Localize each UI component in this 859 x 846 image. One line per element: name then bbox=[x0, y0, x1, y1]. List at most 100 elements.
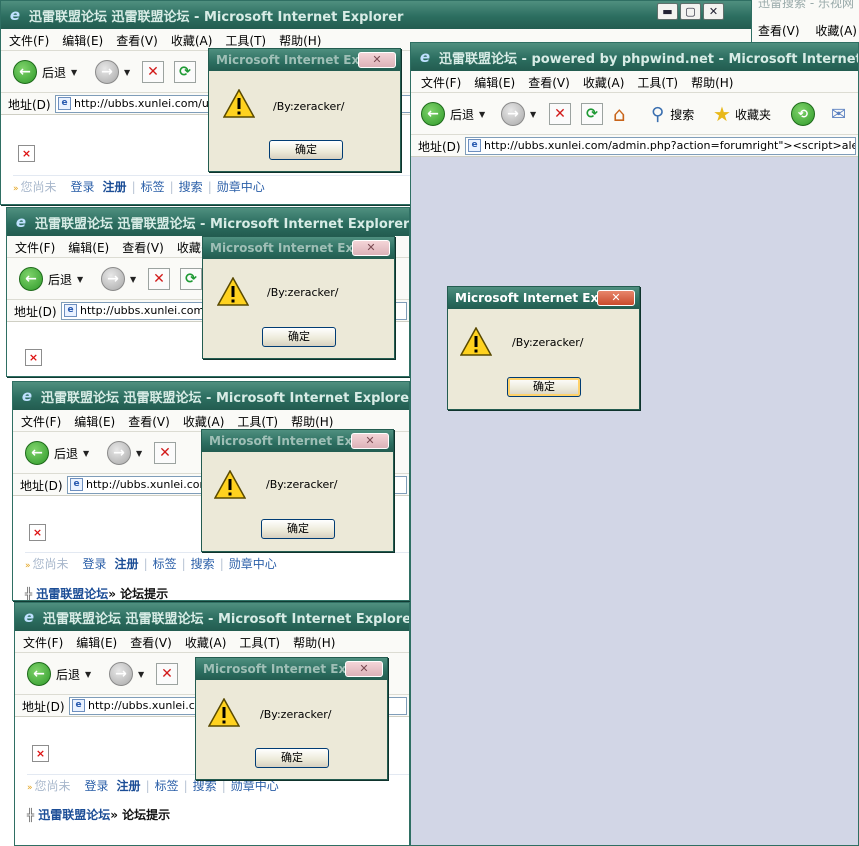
dialog-close-button[interactable]: ✕ bbox=[351, 433, 389, 449]
menu-view[interactable]: 查看(V) bbox=[528, 76, 570, 90]
menu-favorites[interactable]: 收藏(A) bbox=[183, 415, 225, 429]
menu-edit[interactable]: 编辑(E) bbox=[68, 241, 109, 255]
search-link[interactable]: 搜索 bbox=[179, 180, 203, 194]
login-link[interactable]: 登录 bbox=[85, 779, 109, 793]
back-button[interactable]: ← 后退 ▼ bbox=[27, 661, 91, 687]
menu-tools[interactable]: 工具(T) bbox=[637, 76, 678, 90]
menu-file[interactable]: 文件(F) bbox=[9, 34, 49, 48]
mail-button[interactable]: ✉ bbox=[831, 101, 846, 127]
menu-edit[interactable]: 编辑(E) bbox=[74, 415, 115, 429]
arrow-icon: » bbox=[13, 184, 19, 194]
refresh-icon[interactable]: ⟳ bbox=[581, 103, 603, 125]
search-button[interactable]: ⚲ 搜索 bbox=[651, 101, 694, 127]
menu-file[interactable]: 文件(F) bbox=[15, 241, 55, 255]
dropdown-arrow-icon[interactable]: ▼ bbox=[530, 110, 536, 119]
menu-favorites[interactable]: 收藏(A) bbox=[185, 636, 227, 650]
menu-edit[interactable]: 编辑(E) bbox=[76, 636, 117, 650]
login-link[interactable]: 登录 bbox=[71, 180, 95, 194]
menu-view[interactable]: 查看(V) bbox=[122, 241, 164, 255]
tags-link[interactable]: 标签 bbox=[153, 557, 177, 571]
login-link[interactable]: 登录 bbox=[83, 557, 107, 571]
menu-help[interactable]: 帮助(H) bbox=[279, 34, 321, 48]
window-title-bar[interactable]: e 迅雷联盟论坛 迅雷联盟论坛 - Microsoft Internet Exp… bbox=[1, 1, 751, 29]
back-button[interactable]: ← 后退 ▼ bbox=[13, 59, 77, 85]
ok-button[interactable]: 确定 bbox=[507, 377, 581, 397]
menu-favorites[interactable]: 收藏(A) bbox=[583, 76, 625, 90]
dropdown-arrow-icon[interactable]: ▼ bbox=[71, 68, 77, 77]
forward-button[interactable]: → ▼ bbox=[101, 266, 136, 292]
forward-button[interactable]: → ▼ bbox=[95, 59, 130, 85]
menu-file[interactable]: 文件(F) bbox=[21, 415, 61, 429]
medals-link[interactable]: 勋章中心 bbox=[231, 779, 279, 793]
window-title-bar[interactable]: e 迅雷联盟论坛 迅雷联盟论坛 - Microsoft Internet Exp… bbox=[7, 208, 409, 236]
dropdown-arrow-icon[interactable]: ▼ bbox=[136, 449, 142, 458]
tags-link[interactable]: 标签 bbox=[155, 779, 179, 793]
window-title-bar[interactable]: e 迅雷联盟论坛 迅雷联盟论坛 - Microsoft Internet Exp… bbox=[15, 603, 409, 631]
minimize-button[interactable]: ▬ bbox=[657, 3, 678, 20]
register-link[interactable]: 注册 bbox=[117, 779, 141, 793]
maximize-button[interactable]: ▢ bbox=[680, 3, 701, 20]
menu-view[interactable]: 查看(V) bbox=[116, 34, 158, 48]
tags-link[interactable]: 标签 bbox=[141, 180, 165, 194]
refresh-icon[interactable]: ⟳ bbox=[174, 61, 196, 83]
window-title-bar[interactable]: e 迅雷联盟论坛 - powered by phpwind.net - Micr… bbox=[411, 43, 858, 71]
close-button[interactable]: ✕ bbox=[703, 3, 724, 20]
dropdown-arrow-icon[interactable]: ▼ bbox=[138, 670, 144, 679]
stop-icon[interactable]: ✕ bbox=[142, 61, 164, 83]
menu-tools[interactable]: 工具(T) bbox=[239, 636, 280, 650]
dropdown-arrow-icon[interactable]: ▼ bbox=[77, 275, 83, 284]
favorites-button[interactable]: ★ 收藏夹 bbox=[713, 101, 771, 127]
home-button[interactable]: ⌂ bbox=[613, 101, 626, 127]
forward-button[interactable]: → ▼ bbox=[109, 661, 144, 687]
menu-help[interactable]: 帮助(H) bbox=[291, 415, 333, 429]
back-button[interactable]: ← 后退 ▼ bbox=[25, 440, 89, 466]
stop-icon[interactable]: ✕ bbox=[549, 103, 571, 125]
dialog-close-button[interactable]: ✕ bbox=[358, 52, 396, 68]
ok-button[interactable]: 确定 bbox=[255, 748, 329, 768]
ok-button[interactable]: 确定 bbox=[262, 327, 336, 347]
history-button[interactable]: ⟲ bbox=[791, 101, 815, 127]
menu-tools[interactable]: 工具(T) bbox=[225, 34, 266, 48]
ok-button[interactable]: 确定 bbox=[269, 140, 343, 160]
refresh-icon[interactable]: ⟳ bbox=[180, 268, 202, 290]
breadcrumb-site-link[interactable]: 迅雷联盟论坛 bbox=[36, 587, 108, 600]
dropdown-arrow-icon[interactable]: ▼ bbox=[479, 110, 485, 119]
register-link[interactable]: 注册 bbox=[115, 557, 139, 571]
dialog-close-button[interactable]: ✕ bbox=[352, 240, 390, 256]
search-link[interactable]: 搜索 bbox=[193, 779, 217, 793]
stop-icon[interactable]: ✕ bbox=[154, 442, 176, 464]
dialog-close-button[interactable]: ✕ bbox=[597, 290, 635, 306]
back-button[interactable]: ← 后退 ▼ bbox=[19, 266, 83, 292]
menu-view[interactable]: 查看(V) bbox=[130, 636, 172, 650]
medals-link[interactable]: 勋章中心 bbox=[217, 180, 265, 194]
menu-file[interactable]: 文件(F) bbox=[421, 76, 461, 90]
address-input[interactable]: e http://ubbs.xunlei.com/admin.php?actio… bbox=[465, 137, 856, 155]
search-link[interactable]: 搜索 bbox=[191, 557, 215, 571]
register-link[interactable]: 注册 bbox=[103, 180, 127, 194]
stop-icon[interactable]: ✕ bbox=[148, 268, 170, 290]
menu-view[interactable]: 查看(V) bbox=[758, 24, 800, 38]
page-icon: e bbox=[72, 699, 85, 712]
menu-tools[interactable]: 工具(T) bbox=[237, 415, 278, 429]
ok-button[interactable]: 确定 bbox=[261, 519, 335, 539]
menu-file[interactable]: 文件(F) bbox=[23, 636, 63, 650]
forward-button[interactable]: → ▼ bbox=[107, 440, 142, 466]
menu-help[interactable]: 帮助(H) bbox=[691, 76, 733, 90]
medals-link[interactable]: 勋章中心 bbox=[229, 557, 277, 571]
menu-favorites[interactable]: 收藏(A) bbox=[171, 34, 213, 48]
menu-edit[interactable]: 编辑(E) bbox=[62, 34, 103, 48]
breadcrumb-site-link[interactable]: 迅雷联盟论坛 bbox=[38, 808, 110, 822]
window-title-bar[interactable]: e 迅雷联盟论坛 迅雷联盟论坛 - Microsoft Internet Exp… bbox=[13, 382, 409, 410]
menu-favorites[interactable]: 收藏(A) bbox=[815, 24, 857, 38]
dropdown-arrow-icon[interactable]: ▼ bbox=[83, 449, 89, 458]
dropdown-arrow-icon[interactable]: ▼ bbox=[85, 670, 91, 679]
dropdown-arrow-icon[interactable]: ▼ bbox=[124, 68, 130, 77]
menu-view[interactable]: 查看(V) bbox=[128, 415, 170, 429]
forward-button[interactable]: → ▼ bbox=[501, 101, 536, 127]
back-button[interactable]: ← 后退 ▼ bbox=[421, 101, 485, 127]
stop-icon[interactable]: ✕ bbox=[156, 663, 178, 685]
menu-edit[interactable]: 编辑(E) bbox=[474, 76, 515, 90]
dropdown-arrow-icon[interactable]: ▼ bbox=[130, 275, 136, 284]
menu-help[interactable]: 帮助(H) bbox=[293, 636, 335, 650]
dialog-close-button[interactable]: ✕ bbox=[345, 661, 383, 677]
